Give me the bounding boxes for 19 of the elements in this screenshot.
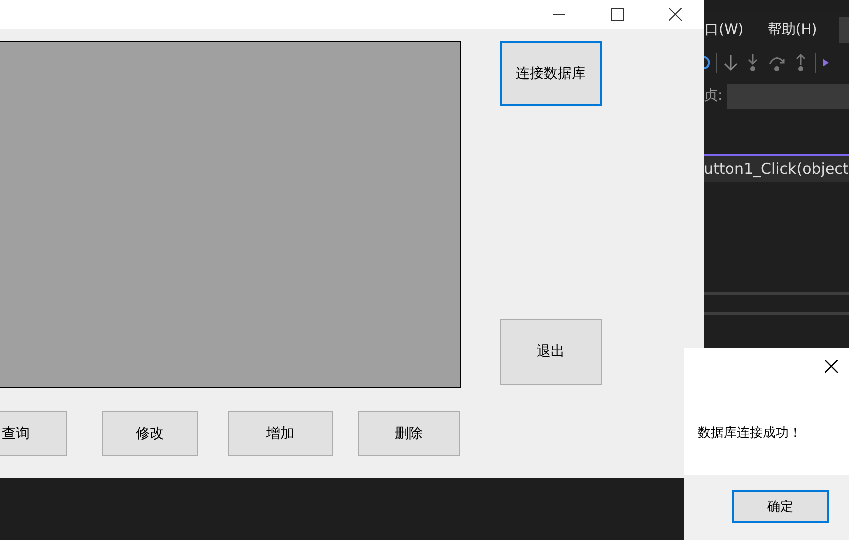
message-text: 数据库连接成功！ [698, 425, 802, 442]
editor-tab[interactable]: utton1_Click(object [704, 156, 849, 182]
highlight-block [839, 17, 849, 43]
menu-item[interactable]: 帮助(H) [756, 21, 830, 39]
ok-button[interactable]: 确定 [732, 490, 829, 523]
field-label: 贞: [704, 87, 723, 105]
action-button[interactable]: 增加 [228, 411, 333, 456]
arrow-down-icon[interactable] [723, 53, 739, 73]
close-icon[interactable] [668, 8, 682, 21]
action-button[interactable]: 查询 [0, 411, 67, 456]
menu-item[interactable]: 口(W) [704, 21, 756, 39]
input-field[interactable] [726, 84, 849, 108]
exit-button[interactable]: 退出 [500, 319, 602, 385]
connect-button[interactable]: 连接数据库 [500, 41, 602, 106]
action-button[interactable]: 修改 [102, 411, 198, 456]
action-button[interactable]: 删除 [358, 411, 460, 456]
maximize-icon[interactable] [610, 8, 624, 21]
close-icon[interactable] [825, 360, 838, 373]
minimize-icon[interactable] [553, 14, 565, 16]
